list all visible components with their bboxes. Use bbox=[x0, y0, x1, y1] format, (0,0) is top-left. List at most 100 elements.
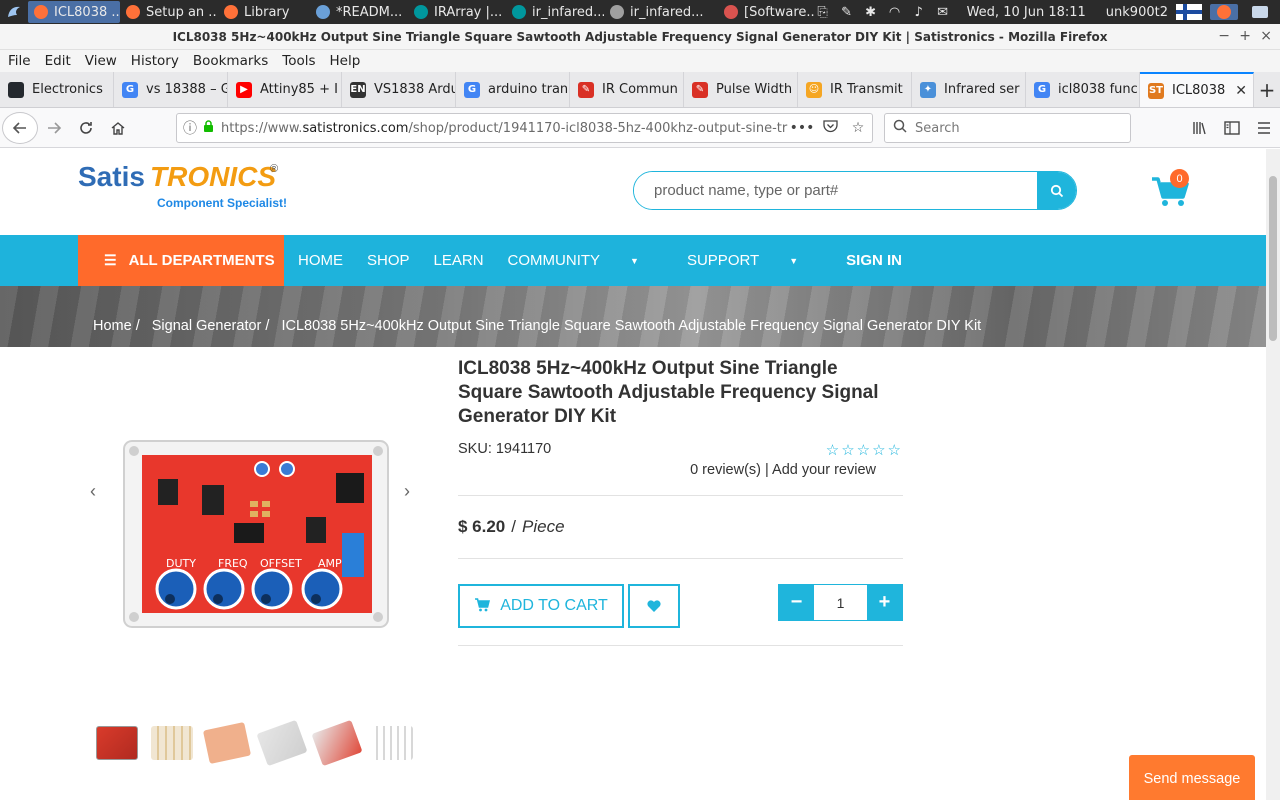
tab-label: IR Transmit bbox=[830, 82, 903, 97]
new-tab-button[interactable]: + bbox=[1254, 72, 1280, 107]
product-image[interactable]: DUTY FREQ OFFSET AMP bbox=[122, 439, 390, 629]
browser-tab[interactable]: EN VS1838 Ardu bbox=[342, 72, 456, 107]
taskbar-task[interactable]: ICL8038 ... bbox=[28, 1, 120, 23]
nav-sign-in[interactable]: SIGN IN bbox=[846, 252, 902, 269]
back-button[interactable] bbox=[2, 111, 38, 144]
tab-favicon-icon: ☺ bbox=[806, 81, 822, 98]
wishlist-button[interactable] bbox=[628, 584, 680, 628]
keyboard-layout-flag-icon[interactable] bbox=[1176, 4, 1202, 20]
product-search-button[interactable] bbox=[1037, 172, 1076, 209]
gallery-prev-icon[interactable]: ‹ bbox=[90, 481, 96, 502]
volume-icon[interactable]: ♪ bbox=[911, 4, 927, 20]
menu-file[interactable]: File bbox=[8, 53, 31, 69]
notes-icon[interactable]: ✎ bbox=[839, 4, 855, 20]
sidebar-icon[interactable] bbox=[1216, 112, 1248, 144]
taskbar-task[interactable]: Setup an ... bbox=[120, 1, 218, 23]
taskbar-task[interactable]: ir_infared... bbox=[604, 1, 718, 23]
add-to-cart-button[interactable]: ADD TO CART bbox=[458, 584, 624, 628]
menu-tools[interactable]: Tools bbox=[282, 53, 315, 69]
thumbnail-image[interactable] bbox=[256, 719, 308, 767]
nav-home[interactable]: HOME bbox=[298, 252, 343, 269]
breadcrumb-category[interactable]: Signal Generator bbox=[152, 318, 262, 334]
quantity-input[interactable]: 1 bbox=[814, 585, 867, 620]
add-review-link[interactable]: Add your review bbox=[772, 462, 876, 478]
nav-shop[interactable]: SHOP bbox=[367, 252, 410, 269]
firefox-launcher-icon[interactable] bbox=[1210, 4, 1238, 20]
rating-stars[interactable]: ☆☆☆☆☆ bbox=[826, 441, 903, 459]
minimize-button[interactable]: − bbox=[1218, 28, 1230, 44]
nav-support[interactable]: SUPPORT ▼ bbox=[687, 252, 822, 269]
review-count[interactable]: 0 review(s) bbox=[690, 462, 761, 478]
browser-tab[interactable]: ✎ IR Commun bbox=[570, 72, 684, 107]
site-logo[interactable]: Satis TRONICS ® Component Specialist! bbox=[78, 161, 288, 221]
taskbar-task[interactable]: *READM... bbox=[310, 1, 408, 23]
pocket-icon[interactable] bbox=[816, 119, 844, 137]
browser-tab[interactable]: Gicl8038 func bbox=[1026, 72, 1140, 107]
secure-lock-icon[interactable] bbox=[203, 120, 221, 136]
url-text[interactable]: https://www.satistronics.com/shop/produc… bbox=[221, 121, 788, 136]
star-outline-icon: ☆ bbox=[872, 442, 888, 459]
thumbnail-image[interactable] bbox=[311, 719, 363, 767]
browser-tab[interactable]: ☺ IR Transmit bbox=[798, 72, 912, 107]
taskbar-task[interactable]: [Software... bbox=[718, 1, 816, 23]
nav-learn[interactable]: LEARN bbox=[434, 252, 484, 269]
reload-button[interactable] bbox=[70, 112, 102, 144]
page-scrollbar[interactable] bbox=[1266, 149, 1280, 800]
browser-tab[interactable]: ✎ Pulse Width bbox=[684, 72, 798, 107]
site-info-icon[interactable]: ⓘ bbox=[177, 118, 203, 138]
logo-text-satis: Satis bbox=[78, 161, 145, 192]
browser-tab[interactable]: ✦ Infrared ser bbox=[912, 72, 1026, 107]
bookmark-star-icon[interactable]: ☆ bbox=[844, 120, 872, 136]
menu-history[interactable]: History bbox=[131, 53, 179, 69]
bluetooth-icon[interactable]: ✱ bbox=[863, 4, 879, 20]
close-tab-icon[interactable]: ✕ bbox=[1235, 83, 1247, 99]
scrollbar-thumb[interactable] bbox=[1269, 176, 1277, 341]
forward-button[interactable] bbox=[38, 112, 70, 144]
browser-tab[interactable]: ▶ Attiny85 + I bbox=[228, 72, 342, 107]
user-name[interactable]: unk900t2 bbox=[1106, 5, 1168, 20]
thumbnail-image[interactable] bbox=[371, 726, 413, 760]
nav-community[interactable]: COMMUNITY ▼ bbox=[508, 252, 663, 269]
url-bar[interactable]: ⓘ https://www.satistronics.com/shop/prod… bbox=[176, 113, 873, 143]
browser-tab[interactable]: Gvs 18388 – G bbox=[114, 72, 228, 107]
gallery-next-icon[interactable]: › bbox=[404, 481, 410, 502]
menu-help[interactable]: Help bbox=[330, 53, 361, 69]
page-actions-icon[interactable]: ••• bbox=[788, 120, 816, 136]
browser-tab[interactable]: Garduino tran bbox=[456, 72, 570, 107]
home-button[interactable] bbox=[102, 112, 134, 144]
increase-quantity-button[interactable]: + bbox=[867, 585, 902, 620]
product-search-input[interactable]: product name, type or part# bbox=[634, 172, 1037, 209]
taskbar-task[interactable]: ir_infared... bbox=[506, 1, 604, 23]
breadcrumb-current: ICL8038 5Hz~400kHz Output Sine Triangle … bbox=[281, 318, 982, 334]
shopping-cart[interactable]: 0 bbox=[1150, 169, 1192, 211]
app-icon bbox=[610, 5, 624, 19]
price-unit: Piece bbox=[522, 517, 565, 536]
send-message-button[interactable]: Send message bbox=[1129, 755, 1255, 800]
close-window-button[interactable]: × bbox=[1260, 28, 1272, 44]
mail-icon[interactable]: ✉ bbox=[935, 4, 951, 20]
taskbar-task[interactable]: IRArray |... bbox=[408, 1, 506, 23]
browser-tab[interactable]: Electronics bbox=[0, 72, 114, 107]
breadcrumb-home[interactable]: Home bbox=[93, 318, 132, 334]
browser-tab[interactable]: ST ICL8038 ✕ bbox=[1140, 72, 1254, 107]
thumbnail-image[interactable] bbox=[202, 722, 252, 764]
thumbnail-image[interactable] bbox=[96, 726, 138, 760]
wifi-icon[interactable]: ◠ bbox=[887, 4, 903, 20]
menu-edit[interactable]: Edit bbox=[45, 53, 71, 69]
decrease-quantity-button[interactable]: − bbox=[779, 585, 814, 620]
maximize-button[interactable]: + bbox=[1239, 28, 1251, 44]
menu-view[interactable]: View bbox=[85, 53, 117, 69]
browser-search-field[interactable]: Search bbox=[884, 113, 1131, 143]
system-menu-icon[interactable] bbox=[0, 0, 28, 24]
taskbar-task[interactable]: Library bbox=[218, 1, 310, 23]
library-icon[interactable] bbox=[1184, 112, 1216, 144]
hamburger-menu-icon[interactable] bbox=[1248, 112, 1280, 144]
menu-bookmarks[interactable]: Bookmarks bbox=[193, 53, 268, 69]
file-manager-launcher-icon[interactable] bbox=[1246, 4, 1274, 20]
tab-favicon-icon bbox=[8, 81, 24, 98]
network-wired-icon[interactable]: ⎘ bbox=[815, 4, 831, 20]
tab-label: icl8038 func bbox=[1058, 82, 1138, 97]
clock[interactable]: Wed, 10 Jun 18:11 bbox=[967, 5, 1086, 20]
thumbnail-image[interactable] bbox=[151, 726, 193, 760]
all-departments-button[interactable]: ☰ ALL DEPARTMENTS bbox=[78, 235, 284, 286]
